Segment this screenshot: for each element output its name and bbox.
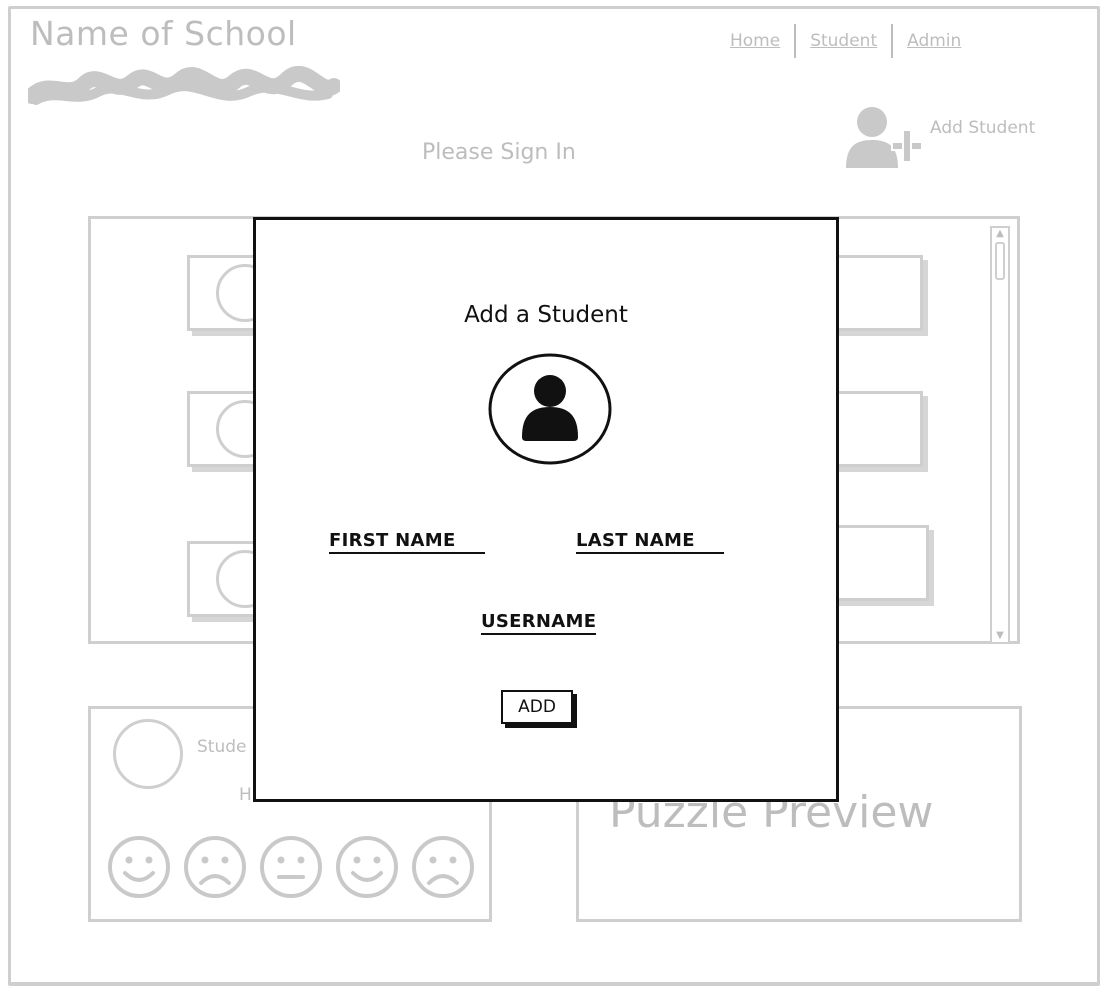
nav-admin-link[interactable]: Admin bbox=[905, 31, 963, 51]
student-hint: H bbox=[239, 785, 252, 805]
last-name-field[interactable]: LAST NAME bbox=[576, 530, 724, 554]
frown-face-icon[interactable] bbox=[183, 835, 247, 899]
frown-face-icon[interactable] bbox=[411, 835, 475, 899]
modal-title: Add a Student bbox=[464, 302, 628, 328]
nav-separator bbox=[891, 24, 894, 58]
first-name-field[interactable]: FIRST NAME bbox=[329, 530, 485, 554]
nav-student-link[interactable]: Student bbox=[808, 31, 879, 51]
nav-home-link[interactable]: Home bbox=[728, 31, 782, 51]
sign-in-prompt: Please Sign In bbox=[422, 140, 576, 165]
scribble-logo-placeholder bbox=[28, 66, 340, 105]
smile-face-icon[interactable] bbox=[107, 835, 171, 899]
student-card[interactable] bbox=[827, 391, 923, 467]
school-name: Name of School bbox=[30, 14, 297, 53]
student-avatar bbox=[113, 719, 183, 789]
student-name: Stude bbox=[197, 737, 247, 757]
top-nav: Home Student Admin bbox=[728, 24, 963, 58]
list-scrollbar[interactable]: ▲ ▼ bbox=[990, 226, 1010, 644]
scroll-down-arrow[interactable]: ▼ bbox=[994, 630, 1006, 642]
user-icon[interactable] bbox=[488, 353, 612, 465]
add-user-icon bbox=[846, 107, 923, 168]
mood-selector bbox=[107, 835, 475, 899]
scroll-up-arrow[interactable]: ▲ bbox=[994, 228, 1006, 240]
username-field[interactable]: USERNAME bbox=[481, 611, 597, 635]
student-card[interactable] bbox=[827, 255, 923, 331]
add-button[interactable]: ADD bbox=[501, 690, 573, 724]
add-student-label: Add Student bbox=[930, 118, 1036, 138]
student-card[interactable] bbox=[827, 525, 929, 601]
scroll-thumb[interactable] bbox=[995, 242, 1005, 280]
add-student-button[interactable]: Add Student bbox=[844, 106, 1035, 168]
smile-face-icon[interactable] bbox=[335, 835, 399, 899]
nav-separator bbox=[794, 24, 797, 58]
add-student-modal: Add a Student FIRST NAME LAST NAME USERN… bbox=[253, 217, 839, 802]
neutral-face-icon[interactable] bbox=[259, 835, 323, 899]
bottom-divider bbox=[8, 982, 1100, 985]
